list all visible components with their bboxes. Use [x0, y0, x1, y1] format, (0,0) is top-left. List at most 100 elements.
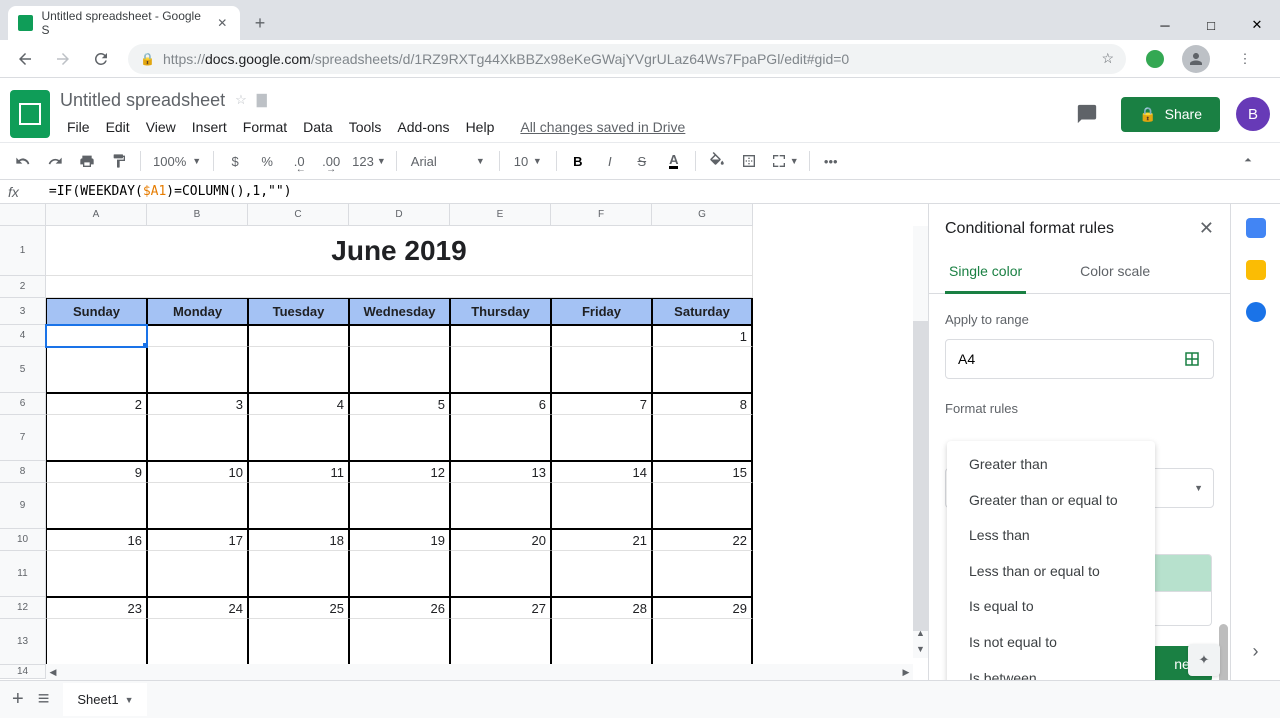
- font-size-select[interactable]: 10▼: [506, 147, 550, 175]
- keep-app-icon[interactable]: [1246, 260, 1266, 280]
- day-header-cell[interactable]: Tuesday: [248, 298, 349, 325]
- cf-option[interactable]: Greater than: [947, 447, 1155, 483]
- row-header-14[interactable]: 14: [0, 665, 46, 679]
- menu-file[interactable]: File: [60, 115, 97, 139]
- cf-option[interactable]: Less than: [947, 518, 1155, 554]
- day-header-cell[interactable]: Monday: [147, 298, 248, 325]
- select-range-icon[interactable]: [1183, 350, 1201, 368]
- date-cell[interactable]: 13: [450, 461, 551, 483]
- date-cell[interactable]: [450, 325, 551, 347]
- cf-close-button[interactable]: ✕: [1199, 218, 1214, 239]
- body-cell[interactable]: [551, 551, 652, 597]
- scroll-down-icon[interactable]: ▼: [913, 641, 928, 656]
- date-cell[interactable]: 4: [248, 393, 349, 415]
- day-header-cell[interactable]: Saturday: [652, 298, 753, 325]
- date-cell[interactable]: 16: [46, 529, 147, 551]
- body-cell[interactable]: [147, 619, 248, 665]
- profile-button[interactable]: [1182, 45, 1210, 73]
- merge-cells-button[interactable]: ▼: [766, 147, 803, 175]
- body-cell[interactable]: [551, 483, 652, 529]
- body-cell[interactable]: [450, 483, 551, 529]
- date-cell[interactable]: [147, 325, 248, 347]
- date-cell[interactable]: 6: [450, 393, 551, 415]
- date-cell[interactable]: 8: [652, 393, 753, 415]
- date-cell[interactable]: 5: [349, 393, 450, 415]
- chrome-menu-button[interactable]: ⋮: [1228, 42, 1262, 76]
- date-cell[interactable]: 2: [46, 393, 147, 415]
- increase-decimal-button[interactable]: .00→: [316, 147, 346, 175]
- save-status[interactable]: All changes saved in Drive: [513, 115, 692, 139]
- close-window-button[interactable]: ✕: [1234, 10, 1280, 40]
- date-cell[interactable]: 12: [349, 461, 450, 483]
- body-cell[interactable]: [551, 415, 652, 461]
- cell[interactable]: [46, 276, 753, 298]
- cell-A4[interactable]: [46, 325, 147, 347]
- new-tab-button[interactable]: +: [246, 9, 274, 37]
- row-header-11[interactable]: 11: [0, 551, 46, 597]
- body-cell[interactable]: [46, 619, 147, 665]
- date-cell[interactable]: 21: [551, 529, 652, 551]
- body-cell[interactable]: [46, 347, 147, 393]
- bold-button[interactable]: B: [563, 147, 593, 175]
- row-header-10[interactable]: 10: [0, 529, 46, 551]
- all-sheets-button[interactable]: ≡: [38, 688, 50, 711]
- col-header-F[interactable]: F: [551, 204, 652, 226]
- date-cell[interactable]: 28: [551, 597, 652, 619]
- borders-button[interactable]: [734, 147, 764, 175]
- vertical-scrollbar[interactable]: ▲ ▼: [913, 226, 928, 658]
- date-cell[interactable]: 14: [551, 461, 652, 483]
- tasks-app-icon[interactable]: [1246, 302, 1266, 322]
- day-header-cell[interactable]: Friday: [551, 298, 652, 325]
- cf-option[interactable]: Is not equal to: [947, 625, 1155, 661]
- date-cell[interactable]: 20: [450, 529, 551, 551]
- forward-button[interactable]: [46, 42, 80, 76]
- explore-button[interactable]: ✦: [1188, 644, 1220, 676]
- body-cell[interactable]: [349, 347, 450, 393]
- body-cell[interactable]: [652, 619, 753, 665]
- percent-button[interactable]: %: [252, 147, 282, 175]
- horizontal-scrollbar[interactable]: ◀ ▶: [46, 664, 913, 680]
- date-cell[interactable]: 17: [147, 529, 248, 551]
- body-cell[interactable]: [248, 551, 349, 597]
- user-avatar[interactable]: B: [1236, 97, 1270, 131]
- cf-range-input[interactable]: [958, 351, 1152, 367]
- cf-option[interactable]: Less than or equal to: [947, 554, 1155, 590]
- day-header-cell[interactable]: Thursday: [450, 298, 551, 325]
- calendar-app-icon[interactable]: [1246, 218, 1266, 238]
- row-header-2[interactable]: 2: [0, 276, 46, 298]
- col-header-E[interactable]: E: [450, 204, 551, 226]
- col-header-C[interactable]: C: [248, 204, 349, 226]
- body-cell[interactable]: [147, 483, 248, 529]
- date-cell[interactable]: [551, 325, 652, 347]
- spreadsheet-grid[interactable]: A B C D E F G 1 June 2019 2 3 Su: [0, 204, 928, 680]
- body-cell[interactable]: [450, 415, 551, 461]
- body-cell[interactable]: [652, 551, 753, 597]
- browser-tab[interactable]: Untitled spreadsheet - Google S ✕: [8, 6, 240, 40]
- menu-addons[interactable]: Add-ons: [390, 115, 456, 139]
- strikethrough-button[interactable]: S: [627, 147, 657, 175]
- menu-format[interactable]: Format: [236, 115, 294, 139]
- date-cell[interactable]: [349, 325, 450, 347]
- date-cell[interactable]: 25: [248, 597, 349, 619]
- extension-icon[interactable]: [1146, 50, 1164, 68]
- cf-option[interactable]: Is between: [947, 661, 1155, 680]
- col-header-B[interactable]: B: [147, 204, 248, 226]
- date-cell[interactable]: 26: [349, 597, 450, 619]
- cf-dropdown-scrollbar[interactable]: [1219, 624, 1228, 680]
- font-select[interactable]: Arial▼: [403, 147, 493, 175]
- date-cell[interactable]: 23: [46, 597, 147, 619]
- day-header-cell[interactable]: Wednesday: [349, 298, 450, 325]
- reload-button[interactable]: [84, 42, 118, 76]
- star-icon[interactable]: ☆: [235, 92, 247, 108]
- cf-range-input-box[interactable]: [945, 339, 1214, 379]
- address-bar[interactable]: 🔒 https://docs.google.com/spreadsheets/d…: [128, 44, 1126, 74]
- paint-format-button[interactable]: [104, 147, 134, 175]
- print-button[interactable]: [72, 147, 102, 175]
- body-cell[interactable]: [46, 551, 147, 597]
- menu-tools[interactable]: Tools: [342, 115, 389, 139]
- cf-option[interactable]: Greater than or equal to: [947, 483, 1155, 519]
- row-header-4[interactable]: 4: [0, 325, 46, 347]
- date-cell[interactable]: 9: [46, 461, 147, 483]
- col-header-G[interactable]: G: [652, 204, 753, 226]
- date-cell[interactable]: 18: [248, 529, 349, 551]
